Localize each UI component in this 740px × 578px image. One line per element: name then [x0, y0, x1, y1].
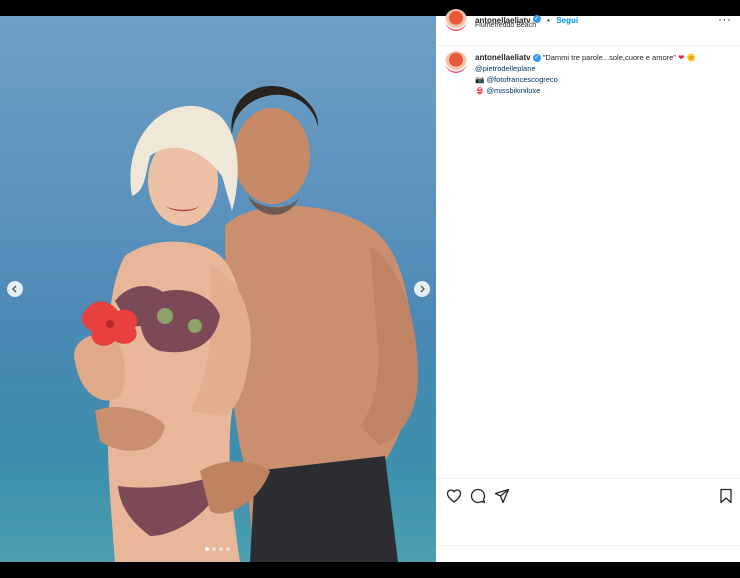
- carousel-dot: [226, 547, 230, 551]
- caption-body: antonellaeliatv ✓ "Dammi tre parole...sol…: [475, 52, 730, 96]
- camera-emoji: 📷: [475, 75, 485, 84]
- caption-line-1: antonellaeliatv ✓ "Dammi tre parole...sol…: [475, 52, 730, 63]
- caption-username[interactable]: antonellaeliatv: [475, 53, 531, 62]
- carousel-next-button[interactable]: [414, 281, 430, 297]
- bookmark-icon[interactable]: [718, 488, 734, 504]
- heart-emoji: ❤: [678, 53, 685, 62]
- carousel-dot: [212, 547, 216, 551]
- mention-link[interactable]: @fotofrancescogreco: [486, 75, 557, 84]
- avatar[interactable]: [445, 9, 467, 31]
- bottom-black-bar: [0, 562, 740, 578]
- post-media[interactable]: [0, 16, 436, 562]
- top-black-bar: [0, 0, 740, 16]
- carousel-dot: [219, 547, 223, 551]
- chevron-right-icon: [420, 285, 425, 293]
- mention-link[interactable]: @missbikiniluxe: [486, 86, 540, 95]
- caption-line-3: 📷 @fotofrancescogreco: [475, 74, 730, 85]
- location-label[interactable]: Fiumefreddo Beach: [475, 22, 536, 29]
- share-icon[interactable]: [494, 488, 510, 504]
- follow-button[interactable]: Segui: [556, 16, 578, 25]
- like-heart-icon[interactable]: [446, 488, 462, 504]
- caption-quote: "Dammi tre parole...sole,cuore e amore": [542, 53, 676, 62]
- chevron-left-icon: [12, 285, 17, 293]
- photo-couple-illustration: [74, 86, 418, 562]
- avatar[interactable]: [445, 51, 467, 73]
- carousel-indicator: [205, 547, 230, 551]
- post-header: antonellaeliatv ✓ • Segui Fiumefreddo Bea…: [436, 9, 740, 46]
- panel-bottom-divider: [436, 545, 740, 546]
- follow-separator: •: [547, 16, 550, 25]
- comment-icon[interactable]: [470, 488, 486, 504]
- mention-link[interactable]: @pietrodelleplane: [475, 64, 536, 73]
- bikini-emoji: 👙: [475, 86, 485, 95]
- caption-line-4: 👙 @missbikiniluxe: [475, 85, 730, 96]
- caption-line-2: @pietrodelleplane: [475, 63, 730, 74]
- carousel-dot: [205, 547, 209, 551]
- post-side-panel: antonellaeliatv ✓ • Segui Fiumefreddo Bea…: [436, 9, 740, 562]
- sun-emoji: 🌞: [686, 53, 696, 62]
- carousel-prev-button[interactable]: [7, 281, 23, 297]
- actions-divider: [436, 478, 740, 479]
- verified-badge-icon: ✓: [532, 54, 541, 63]
- more-options-icon[interactable]: ···: [718, 12, 732, 26]
